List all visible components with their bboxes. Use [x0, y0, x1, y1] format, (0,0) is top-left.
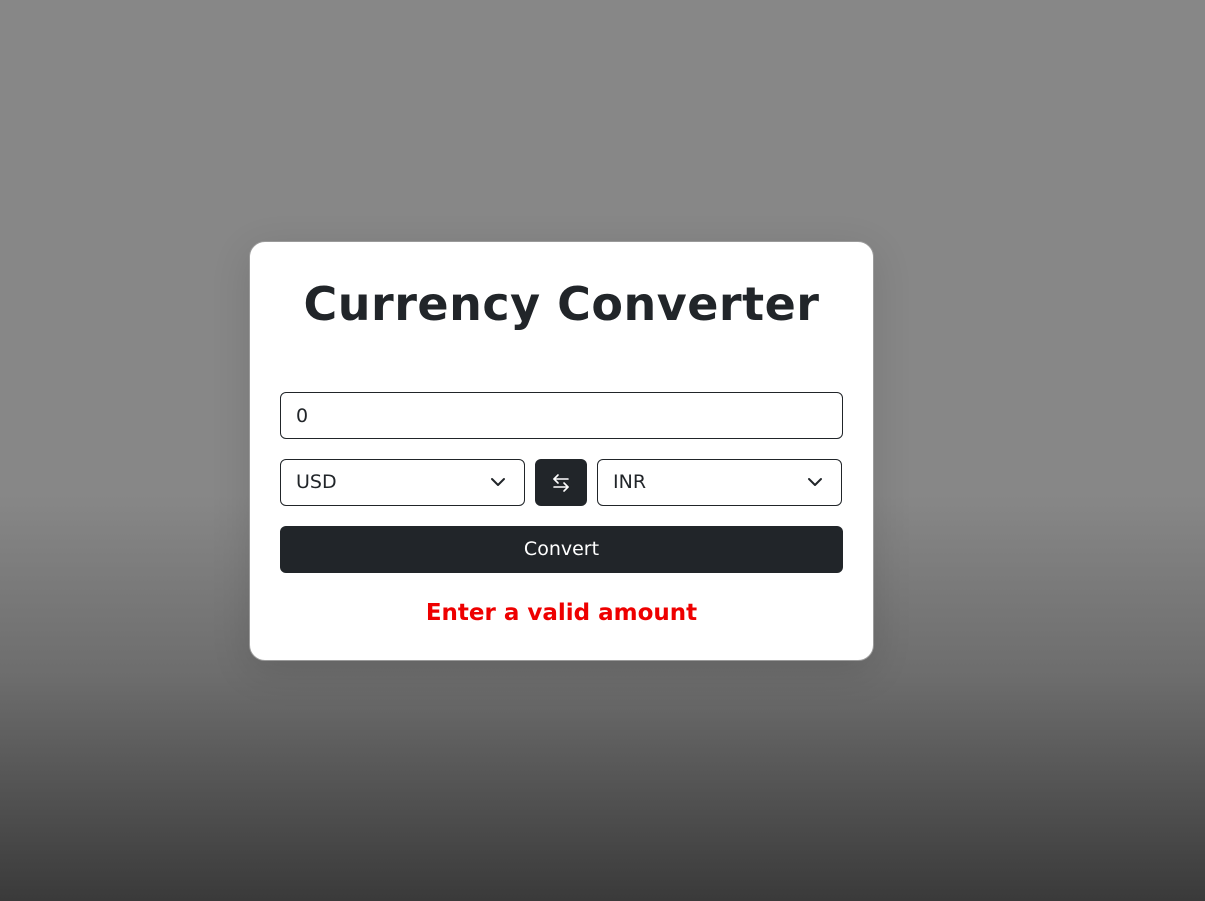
from-currency-value: USD [296, 471, 337, 493]
chevron-down-icon [491, 478, 505, 486]
converter-card: Currency Converter USD INR Convert Enter… [249, 241, 874, 661]
convert-button[interactable]: Convert [280, 526, 843, 573]
to-currency-select[interactable]: INR [597, 459, 842, 506]
from-currency-select[interactable]: USD [280, 459, 525, 506]
to-currency-value: INR [613, 471, 647, 493]
swap-arrows-icon [553, 473, 569, 492]
page-title: Currency Converter [303, 277, 820, 331]
swap-currencies-button[interactable] [535, 459, 587, 506]
error-message: Enter a valid amount [425, 600, 698, 626]
chevron-down-icon [808, 478, 822, 486]
amount-input[interactable] [280, 392, 843, 439]
